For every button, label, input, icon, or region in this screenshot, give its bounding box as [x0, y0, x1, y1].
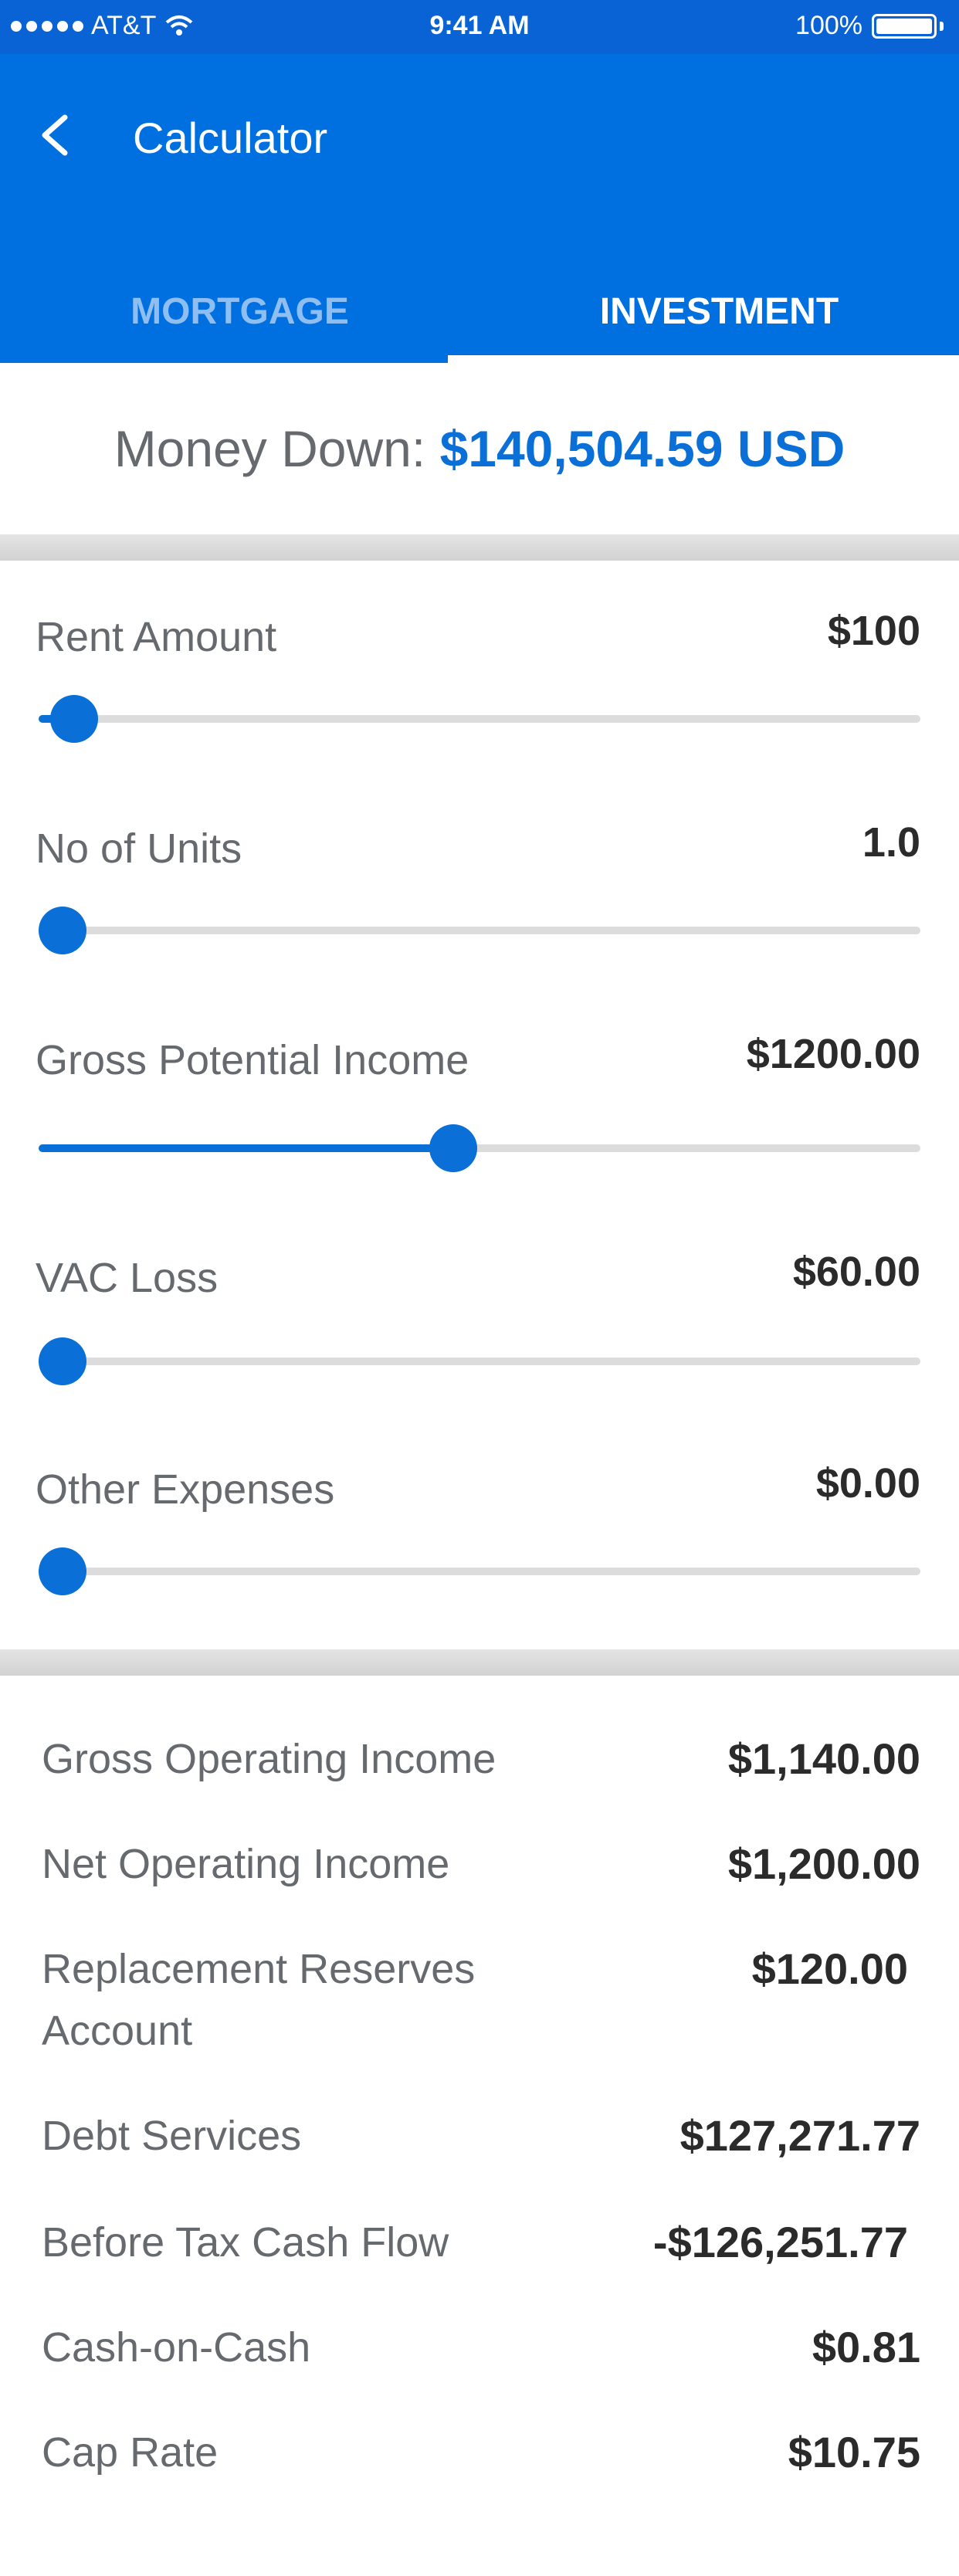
- money-down-label: Money Down:: [114, 420, 426, 477]
- result-value: $1,140.00: [727, 1734, 920, 1783]
- status-bar: AT&T 9:41 AM 100%: [0, 0, 959, 54]
- slider-value: 1.0: [862, 819, 920, 866]
- slider-value: $100: [827, 608, 920, 654]
- slider-thumb[interactable]: [429, 1124, 477, 1172]
- result-value: $1,200.00: [727, 1839, 920, 1888]
- tab-investment-label: INVESTMENT: [599, 291, 839, 332]
- battery-icon: [872, 13, 937, 39]
- result-label: Net Operating Income: [42, 1841, 450, 1887]
- battery-group: 100%: [795, 11, 944, 41]
- back-button[interactable]: [31, 108, 77, 162]
- slider-track[interactable]: [39, 1337, 920, 1385]
- slider-label: Gross Potential Income: [36, 1037, 469, 1083]
- app-header: Calculator MORTGAGE INVESTMENT: [0, 54, 959, 363]
- result-value: $10.75: [788, 2428, 920, 2476]
- slider-label: No of Units: [36, 825, 242, 872]
- result-value: -$126,251.77: [652, 2218, 908, 2266]
- result-label: Cash-on-Cash: [42, 2324, 311, 2371]
- result-label: Before Tax Cash Flow: [42, 2219, 449, 2266]
- slider-thumb[interactable]: [49, 695, 98, 743]
- slider-label: Other Expenses: [36, 1466, 335, 1513]
- chevron-left-icon: [42, 114, 68, 156]
- slider-value: $0.00: [815, 1460, 920, 1507]
- battery-percent: 100%: [795, 11, 862, 40]
- result-label: Gross Operating Income: [42, 1736, 496, 1782]
- slider-label: VAC Loss: [36, 1255, 219, 1301]
- result-label: Replacement Reserves Account: [42, 1946, 476, 2054]
- active-tab-indicator: [448, 355, 959, 363]
- tab-investment[interactable]: INVESTMENT: [480, 278, 959, 363]
- tab-mortgage[interactable]: MORTGAGE: [0, 278, 480, 363]
- slider-thumb[interactable]: [39, 907, 86, 954]
- tab-mortgage-label: MORTGAGE: [130, 291, 349, 332]
- result-value: $0.81: [812, 2323, 920, 2371]
- result-label: Debt Services: [42, 2113, 302, 2159]
- slider-thumb[interactable]: [39, 1547, 86, 1595]
- slider-track[interactable]: [39, 1547, 920, 1595]
- slider-no-of-units: No of Units 1.0: [0, 772, 959, 981]
- result-value: $120.00: [751, 1944, 908, 1993]
- slider-vac-loss: VAC Loss $60.00: [0, 1202, 959, 1410]
- slider-value: $1200.00: [746, 1031, 920, 1077]
- page-title: Calculator: [133, 114, 328, 162]
- slider-other-expenses: Other Expenses $0.00: [0, 1413, 959, 1622]
- slider-rent-amount: Rent Amount $100: [0, 561, 959, 769]
- money-down-amount: $140,504.59 USD: [439, 420, 845, 477]
- slider-gross-potential-income: Gross Potential Income $1200.00: [0, 984, 959, 1200]
- slider-track[interactable]: [39, 695, 920, 743]
- slider-fill: [39, 1144, 453, 1152]
- slider-track[interactable]: [39, 1124, 920, 1172]
- slider-label: Rent Amount: [36, 614, 277, 660]
- slider-thumb[interactable]: [39, 1337, 86, 1385]
- section-divider: [0, 534, 959, 561]
- result-value: $127,271.77: [679, 2111, 920, 2160]
- money-down-summary: Money Down: $140,504.59 USD: [0, 363, 959, 534]
- slider-value: $60.00: [792, 1249, 920, 1295]
- result-label: Cap Rate: [42, 2429, 219, 2476]
- slider-track[interactable]: [39, 907, 920, 954]
- section-divider: [0, 1649, 959, 1676]
